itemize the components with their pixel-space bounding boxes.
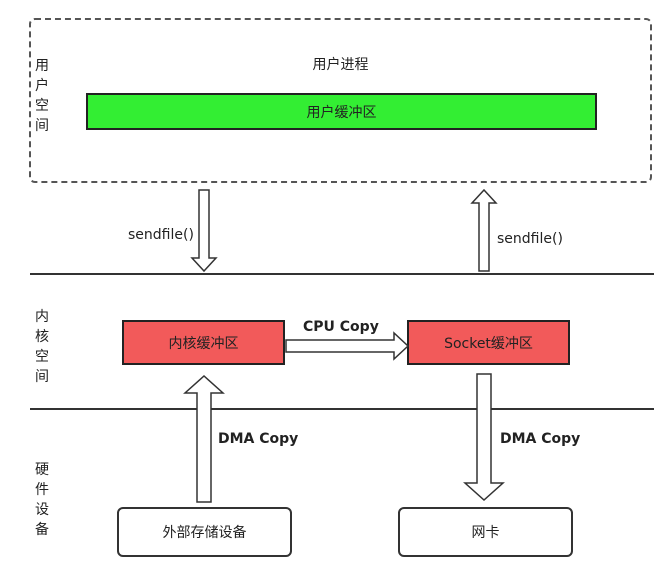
dma-copy-in-label: DMA Copy xyxy=(218,431,299,447)
sendfile-up-arrow xyxy=(470,188,498,272)
sendfile-down-arrow xyxy=(190,189,218,273)
cpu-copy-label: CPU Copy xyxy=(303,319,379,335)
cpu-copy-arrow xyxy=(285,331,410,361)
sendfile-down-label: sendfile() xyxy=(128,227,194,243)
arrows-layer xyxy=(183,188,505,503)
dma-copy-out-label: DMA Copy xyxy=(500,431,581,447)
dma-copy-out-arrow xyxy=(463,373,505,502)
sendfile-up-label: sendfile() xyxy=(497,231,563,247)
